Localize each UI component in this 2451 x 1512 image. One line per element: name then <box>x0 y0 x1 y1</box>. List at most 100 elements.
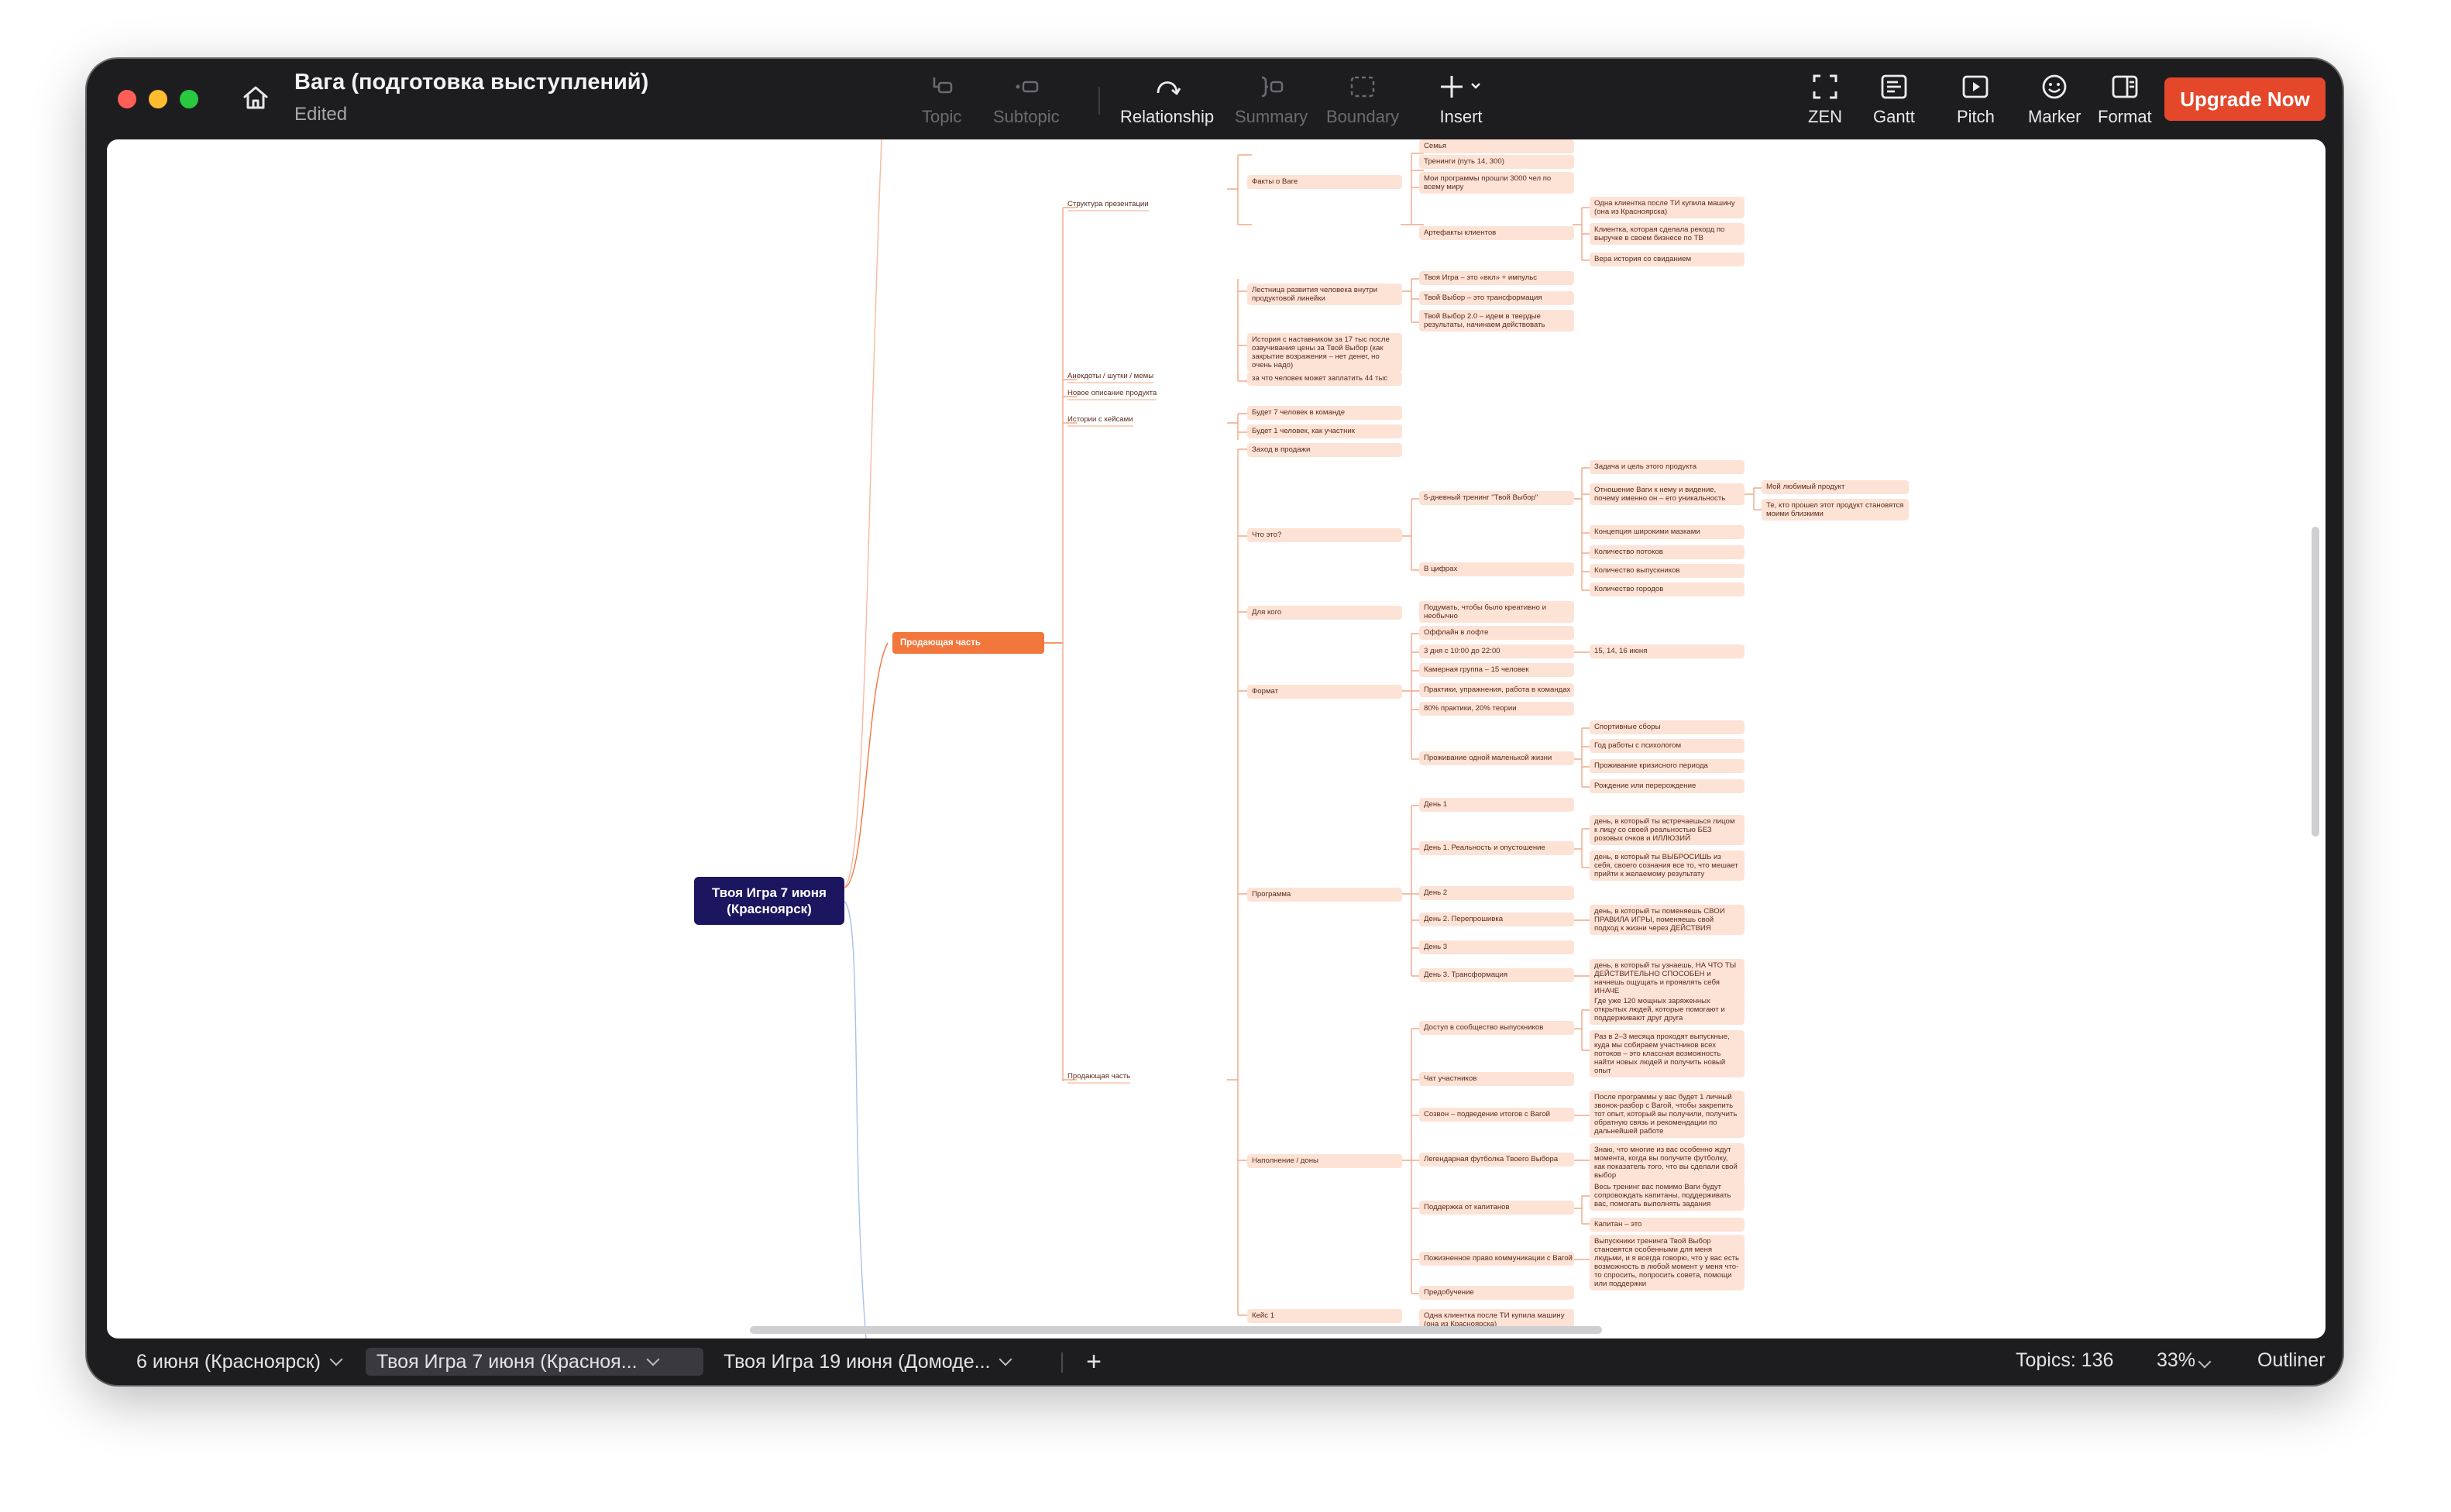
topic-captains-desc[interactable]: Весь тренинг вас помимо Ваги будут сопро… <box>1590 1180 1745 1211</box>
topic-community-desc-a[interactable]: Где уже 120 мощных заряженных открытых л… <box>1590 995 1745 1025</box>
topic-ratio[interactable]: 80% практики, 20% теории <box>1419 702 1574 716</box>
branch-structure[interactable]: Структура презентации <box>1067 200 1149 211</box>
topic-psychologist[interactable]: Год работы с психологом <box>1590 739 1745 753</box>
add-sheet-plus-icon[interactable]: + <box>1078 1346 1109 1377</box>
chevron-down-icon[interactable] <box>646 1352 660 1366</box>
sheet-tab-1[interactable]: 6 июня (Красноярск) <box>125 1348 352 1376</box>
topic-graduates-count[interactable]: Количество выпускников <box>1590 564 1745 578</box>
main-branch-selling[interactable]: Продающая часть <box>892 632 1044 654</box>
topic-cities-count[interactable]: Количество городов <box>1590 582 1745 596</box>
topic-creative[interactable]: Подумать, чтобы было креативно и необычн… <box>1419 601 1574 623</box>
sheet-tab-3[interactable]: Твоя Игра 19 июня (Домоде... <box>713 1348 1021 1376</box>
zen-button[interactable]: ZEN <box>1808 71 1842 133</box>
topic-close-people[interactable]: Те, кто прошел этот продукт становятся м… <box>1762 499 1909 521</box>
topic-artifact-record[interactable]: Клиентка, которая сделала рекорд по выру… <box>1590 223 1745 245</box>
topic-mentor-story[interactable]: История с наставником за 17 тыс после оз… <box>1247 333 1402 372</box>
topic-button[interactable]: Topic <box>922 71 961 133</box>
topic-filling[interactable]: Наполнение / доны <box>1247 1154 1402 1168</box>
topic-day-one-desc-a[interactable]: день, в который ты встречаешься лицом к … <box>1590 815 1745 845</box>
horizontal-scrollbar[interactable] <box>750 1326 1602 1334</box>
relationship-button[interactable]: Relationship <box>1120 71 1214 133</box>
sheet-tab-2-active[interactable]: Твоя Игра 7 июня (Красноя... <box>366 1348 703 1376</box>
chevron-down-icon[interactable] <box>329 1352 343 1366</box>
outliner-button[interactable]: Outliner <box>2257 1349 2326 1372</box>
topic-lifetime-desc[interactable]: Выпускники тренинга Твой Выбор становятс… <box>1590 1235 1745 1290</box>
topic-task[interactable]: Задача и цель этого продукта <box>1590 460 1745 474</box>
topic-one-participant[interactable]: Будет 1 человек, как участник <box>1247 424 1402 438</box>
topic-sport-camp[interactable]: Спортивные сборы <box>1590 720 1745 734</box>
topic-chamber-group[interactable]: Камерная группа – 15 человек <box>1419 663 1574 677</box>
topic-earn[interactable]: за что человек может заплатить 44 тыс <box>1247 372 1402 386</box>
topic-relation[interactable]: Отношение Ваги к нему и видение, почему … <box>1590 483 1745 505</box>
topic-practices[interactable]: Практики, упражнения, работа в командах <box>1419 683 1574 697</box>
branch-stories[interactable]: Истории с кейсами <box>1067 415 1133 427</box>
topic-small-life[interactable]: Проживание одной маленькой жизни <box>1419 751 1574 765</box>
topic-artifact-vera[interactable]: Вера история со свиданием <box>1590 253 1745 266</box>
topic-five-day-training[interactable]: 5-дневный тренинг "Твой Выбор" <box>1419 491 1574 505</box>
upgrade-now-button[interactable]: Upgrade Now <box>2164 77 2326 121</box>
topic-facts[interactable]: Факты о Ваге <box>1247 175 1402 189</box>
topic-favorite-product[interactable]: Мой любимый продукт <box>1762 480 1909 494</box>
topic-three-days[interactable]: 3 дня с 10:00 до 22:00 <box>1419 644 1574 658</box>
subtopic-button[interactable]: Subtopic <box>993 71 1060 133</box>
topic-streams-count[interactable]: Количество потоков <box>1590 545 1745 559</box>
chevron-down-icon[interactable] <box>2198 1355 2212 1369</box>
topic-pre-training[interactable]: Предобучение <box>1419 1286 1574 1300</box>
branch-new-description[interactable]: Новое описание продукта <box>1067 389 1157 400</box>
topic-day-one[interactable]: День 1 <box>1419 798 1574 812</box>
topic-for-whom[interactable]: Для кого <box>1247 606 1402 620</box>
summary-button[interactable]: Summary <box>1235 71 1308 133</box>
chevron-down-icon[interactable] <box>999 1352 1012 1366</box>
topic-day-three-transform[interactable]: День 3. Трансформация <box>1419 968 1574 982</box>
topic-community-desc-b[interactable]: Раз в 2–3 месяца проходят выпускные, куд… <box>1590 1030 1745 1077</box>
topic-lifetime-right[interactable]: Пожизненное право коммуникации с Вагой <box>1419 1252 1574 1266</box>
topic-sales-entry[interactable]: Заход в продажи <box>1247 443 1402 457</box>
topic-team-seven[interactable]: Будет 7 человек в команде <box>1247 406 1402 420</box>
gantt-button[interactable]: Gantt <box>1873 71 1915 133</box>
topic-numbers[interactable]: В цифрах <box>1419 562 1574 576</box>
topic-choice-two[interactable]: Твой Выбор 2.0 – идем в твердые результа… <box>1419 310 1574 332</box>
vertical-scrollbar[interactable] <box>2312 527 2319 837</box>
pitch-button[interactable]: Pitch <box>1957 71 1995 133</box>
topic-day-two[interactable]: День 2 <box>1419 886 1574 900</box>
topic-day-two-desc[interactable]: день, в который ты поменяешь СВОИ ПРАВИЛ… <box>1590 905 1745 935</box>
topic-day-one-reality[interactable]: День 1. Реальность и опустошение <box>1419 841 1574 855</box>
marker-button[interactable]: Marker <box>2028 71 2081 133</box>
mind-map-canvas[interactable]: Твоя Игра 7 июня (Красноярск) Продающая … <box>107 139 2326 1338</box>
format-button[interactable]: Format <box>2098 71 2152 133</box>
topic-dates[interactable]: 15, 14, 16 июня <box>1590 644 1745 658</box>
fullscreen-window-button[interactable] <box>180 90 198 108</box>
branch-anecdotes[interactable]: Анекдоты / шутки / мемы <box>1067 372 1154 383</box>
topic-concept[interactable]: Концепция широкими мазками <box>1590 525 1745 539</box>
topic-day-one-desc-b[interactable]: день, в который ты ВЫБРОСИШЬ из себя, св… <box>1590 850 1745 881</box>
topic-program[interactable]: Программа <box>1247 888 1402 902</box>
topic-artifact-car[interactable]: Одна клиентка после ТИ купила машину (он… <box>1590 197 1745 218</box>
topic-captains[interactable]: Поддержка от капитанов <box>1419 1201 1574 1215</box>
topic-loft[interactable]: Оффлайн в лофте <box>1419 626 1574 640</box>
topic-what[interactable]: Что это? <box>1247 528 1402 542</box>
home-icon[interactable] <box>240 82 271 113</box>
topic-chat[interactable]: Чат участников <box>1419 1072 1574 1086</box>
close-window-button[interactable] <box>118 90 136 108</box>
topic-day-three[interactable]: День 3 <box>1419 940 1574 954</box>
central-topic[interactable]: Твоя Игра 7 июня (Красноярск) <box>694 877 844 925</box>
topic-trainings[interactable]: Тренинги (путь 14, 300) <box>1419 155 1574 169</box>
topic-captain-is[interactable]: Капитан – это <box>1590 1218 1745 1232</box>
topic-tshirt[interactable]: Легендарная футболка Твоего Выбора <box>1419 1153 1574 1167</box>
topic-case-one[interactable]: Кейс 1 <box>1247 1309 1402 1323</box>
boundary-button[interactable]: Boundary <box>1326 71 1399 133</box>
topic-ladder[interactable]: Лестница развития человека внутри продук… <box>1247 284 1402 305</box>
topic-tshirt-desc[interactable]: Знаю, что многие из вас особенно ждут мо… <box>1590 1143 1745 1182</box>
topic-family[interactable]: Семья <box>1419 139 1574 153</box>
branch-selling-part[interactable]: Продающая часть <box>1067 1072 1131 1084</box>
topic-community[interactable]: Доступ в сообщество выпускников <box>1419 1021 1574 1035</box>
insert-button[interactable]: Insert <box>1438 71 1484 133</box>
topic-choice-transform[interactable]: Твой Выбор – это трансформация <box>1419 291 1574 305</box>
topic-game-impulse[interactable]: Твоя Игра – это «вкл» + импульс <box>1419 271 1574 285</box>
minimize-window-button[interactable] <box>149 90 167 108</box>
topic-format[interactable]: Формат <box>1247 685 1402 699</box>
zoom-level[interactable]: 33% <box>2157 1349 2212 1372</box>
topic-call-desc[interactable]: После программы у вас будет 1 личный зво… <box>1590 1091 1745 1138</box>
topic-artifacts[interactable]: Артефакты клиентов <box>1419 226 1574 240</box>
topic-call[interactable]: Созвон – подведение итогов с Вагой <box>1419 1108 1574 1122</box>
